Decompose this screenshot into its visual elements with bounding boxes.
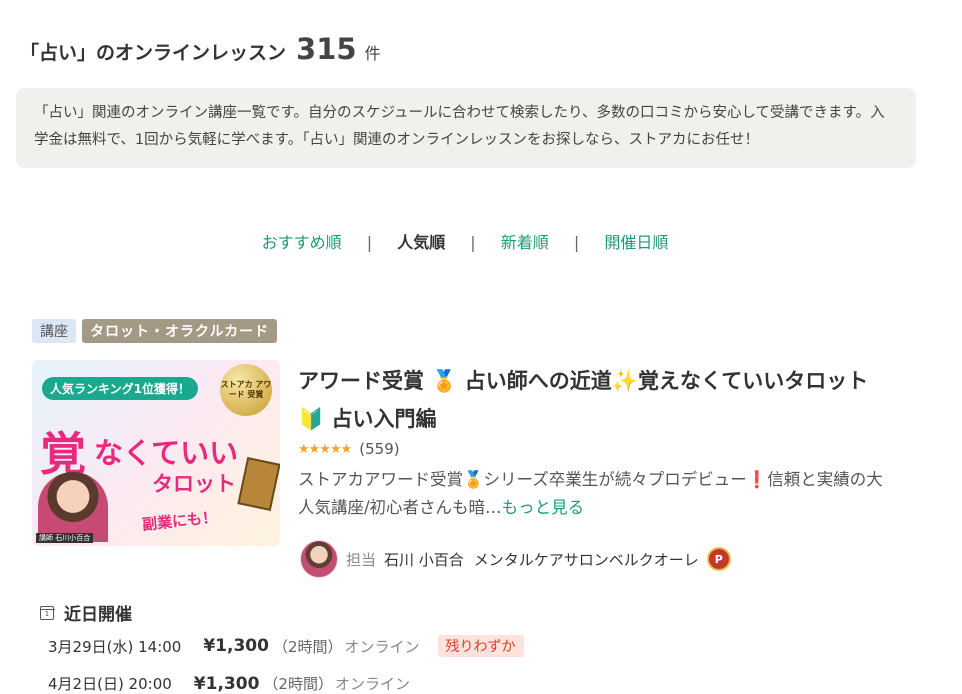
instructor-salon: メンタルケアサロンベルクオーレ: [473, 550, 699, 569]
premium-badge-icon: P: [706, 547, 731, 571]
upcoming-label: 近日開催: [64, 605, 132, 625]
read-more-link[interactable]: もっと見る: [502, 498, 585, 517]
course-summary-text: ストアカアワード受賞🏅シリーズ卒業生が続々プロデビュー❗信頼と実績の大人気講座/…: [298, 470, 883, 517]
session-mode: オンライン: [334, 675, 410, 693]
session-row[interactable]: 4月2日(日) 20:00 ¥1,300 （2時間） オンライン: [48, 673, 410, 694]
course-title[interactable]: アワード受賞 🏅 占い師への近道✨覚えなくていいタロット 🔰 占い入門編: [298, 362, 898, 438]
thumbnail-side-text: 副業にも！: [141, 508, 218, 534]
instructor-info: 担当 石川 小百合 メンタルケアサロンベルクオーレ P: [300, 540, 731, 578]
award-medal-icon: ストアカ アワード 受賞: [220, 364, 272, 416]
ranking-badge: 人気ランキング1位獲得！: [42, 377, 198, 400]
tag-course-type[interactable]: 講座: [32, 319, 76, 343]
sort-newest[interactable]: 新着順: [501, 233, 549, 252]
status-badge: 残りわずか: [437, 635, 524, 657]
session-datetime: 3月29日(水) 14:00: [48, 637, 182, 656]
sort-recommended[interactable]: おすすめ順: [262, 233, 342, 252]
instructor-portrait-image: [38, 472, 108, 542]
sort-separator: |: [366, 233, 373, 252]
session-row[interactable]: 3月29日(水) 14:00 ¥1,300 （2時間） オンライン 残りわずか: [48, 635, 524, 657]
results-heading-label: 「占い」のオンラインレッスン: [20, 42, 287, 64]
thumbnail-caption: 講師 石川小百合: [36, 533, 94, 543]
category-description: 「占い」関連のオンライン講座一覧です。自分のスケジュールに合わせて検索したり、多…: [16, 88, 916, 168]
results-count-unit: 件: [364, 44, 381, 63]
sort-popular[interactable]: 人気順: [397, 233, 445, 252]
instructor-name[interactable]: 石川 小百合: [384, 549, 464, 570]
review-count[interactable]: (559): [359, 440, 399, 458]
results-heading: 「占い」のオンラインレッスン 315 件: [20, 32, 381, 66]
session-duration: （2時間）: [263, 675, 333, 693]
thumbnail-headline-3: タロット: [152, 472, 236, 496]
sort-separator: |: [573, 233, 580, 252]
course-thumbnail[interactable]: 人気ランキング1位獲得！ ストアカ アワード 受賞 覚 なくていい タロット 副…: [32, 360, 280, 546]
avatar[interactable]: [300, 540, 338, 578]
tarot-cards-image: [237, 456, 280, 512]
course-tags: 講座 タロット・オラクルカード: [32, 319, 278, 343]
course-summary: ストアカアワード受賞🏅シリーズ卒業生が続々プロデビュー❗信頼と実績の大人気講座/…: [298, 466, 898, 522]
course-rating: ★★★★★ (559): [298, 440, 400, 458]
session-price: ¥1,300: [203, 636, 269, 656]
sort-bar: おすすめ順 | 人気順 | 新着順 | 開催日順: [0, 229, 930, 253]
session-datetime: 4月2日(日) 20:00: [48, 675, 172, 693]
results-count: 315: [296, 32, 357, 66]
session-duration: （2時間）: [272, 637, 343, 656]
star-rating-icon: ★★★★★: [298, 441, 352, 457]
sort-date[interactable]: 開催日順: [604, 233, 668, 252]
calendar-icon: 1: [39, 605, 55, 620]
thumbnail-headline-2: なくていい: [94, 436, 239, 470]
upcoming-sessions-header: 1 近日開催: [39, 600, 132, 625]
sort-separator: |: [470, 233, 476, 252]
session-price: ¥1,300: [193, 673, 260, 694]
session-mode: オンライン: [344, 637, 420, 656]
tag-category[interactable]: タロット・オラクルカード: [82, 319, 278, 343]
instructor-role: 担当: [346, 550, 377, 569]
